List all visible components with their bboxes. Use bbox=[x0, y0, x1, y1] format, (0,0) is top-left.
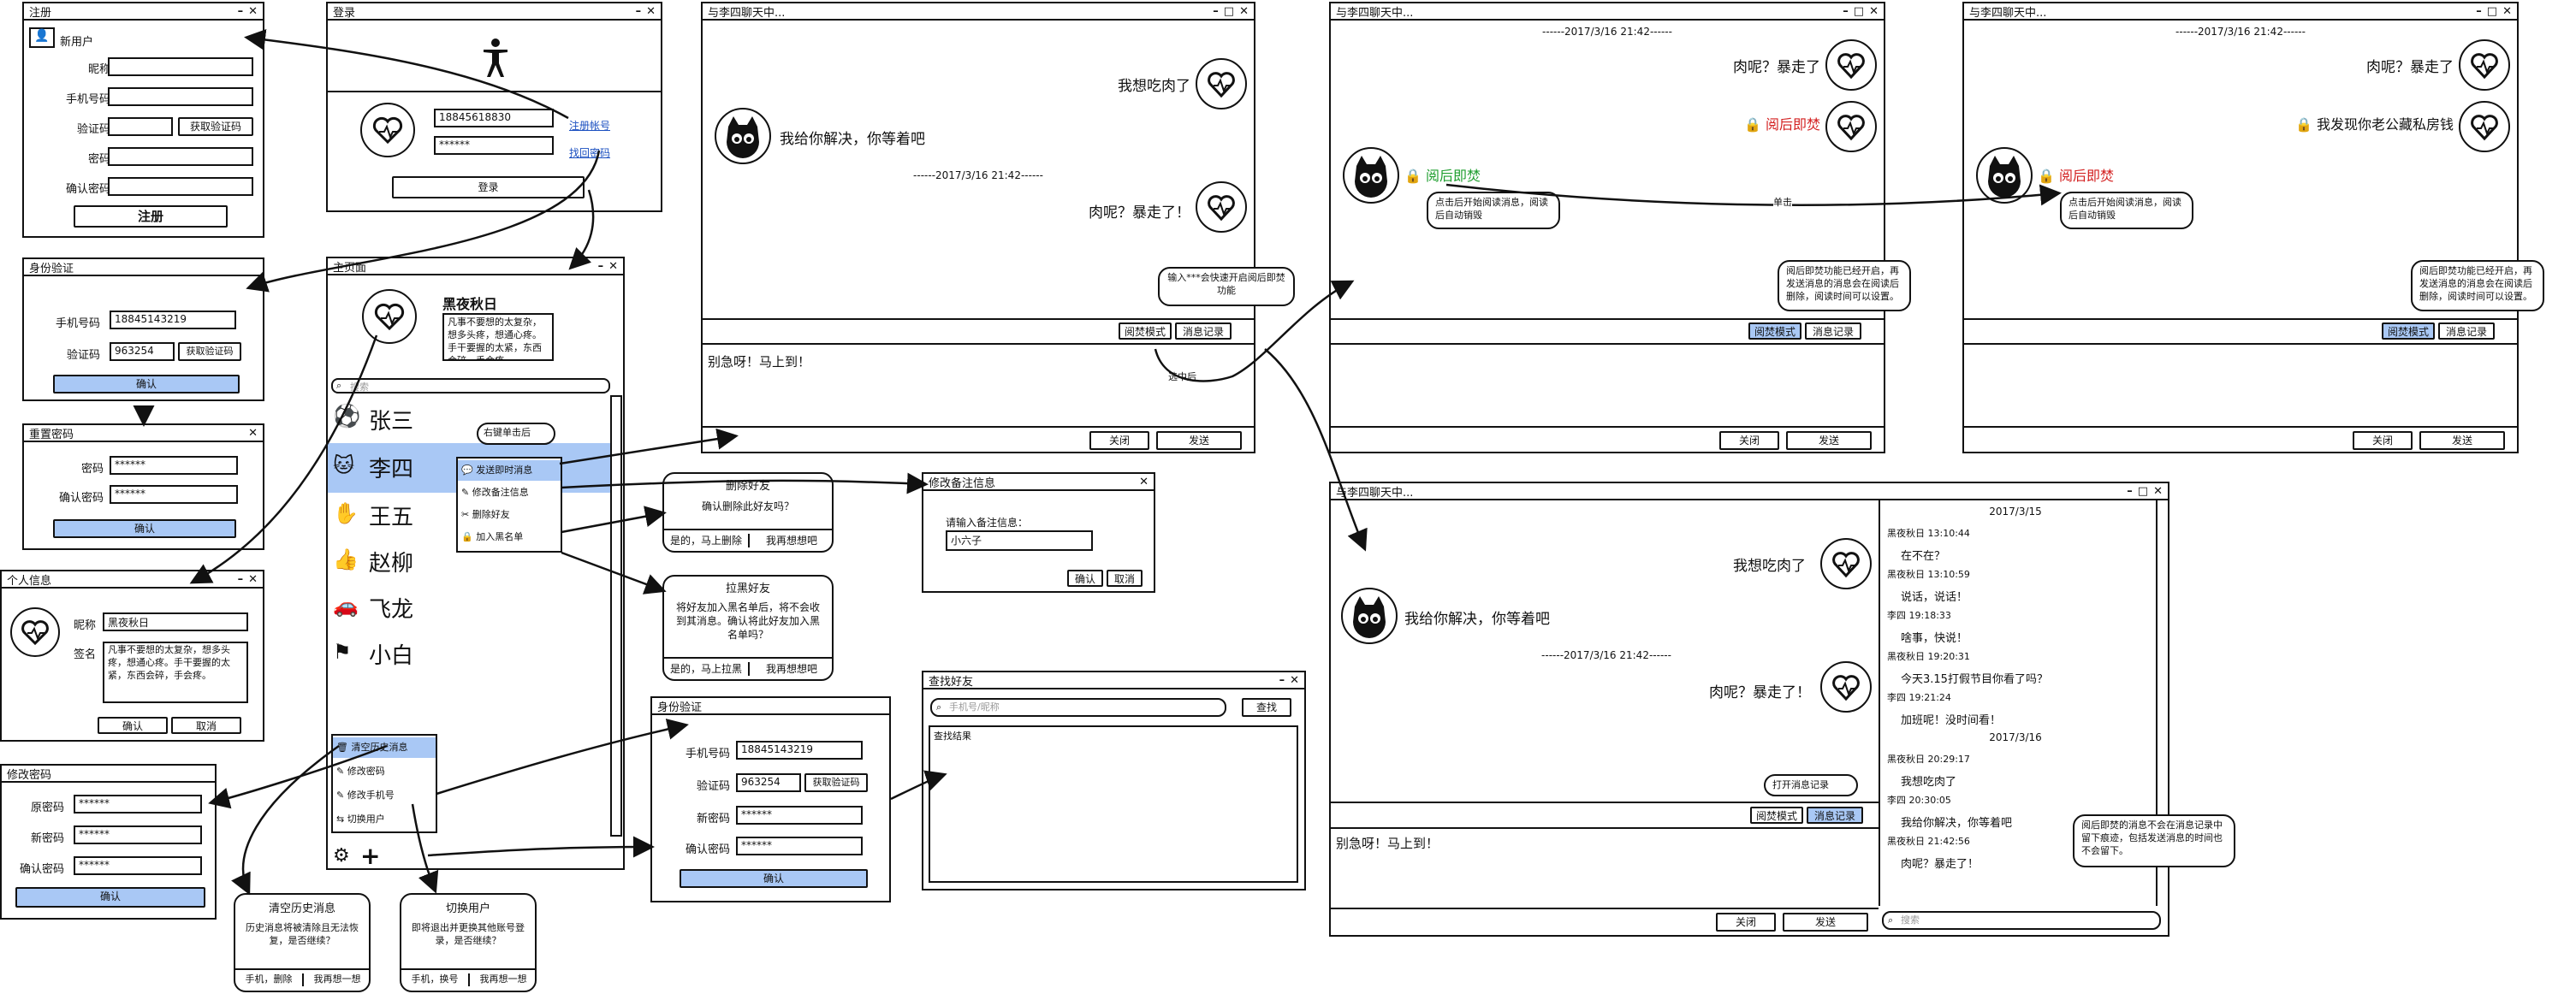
arrow bbox=[1445, 183, 2062, 207]
arrow bbox=[561, 472, 929, 494]
arrow bbox=[1264, 348, 1368, 552]
arrow bbox=[561, 506, 667, 534]
arrow bbox=[246, 150, 601, 293]
arrow bbox=[208, 744, 388, 809]
arrow bbox=[890, 770, 947, 801]
arrow bbox=[411, 803, 439, 894]
click-note: 单击 bbox=[1773, 195, 1792, 209]
arrow bbox=[427, 836, 655, 858]
arrow bbox=[559, 428, 739, 465]
arrow bbox=[436, 719, 689, 796]
arrow bbox=[568, 189, 595, 270]
arrow bbox=[1154, 280, 1355, 382]
arrow bbox=[244, 29, 569, 120]
arrow bbox=[189, 334, 378, 584]
arrow bbox=[561, 551, 667, 595]
flow-connectors bbox=[133, 29, 2062, 896]
